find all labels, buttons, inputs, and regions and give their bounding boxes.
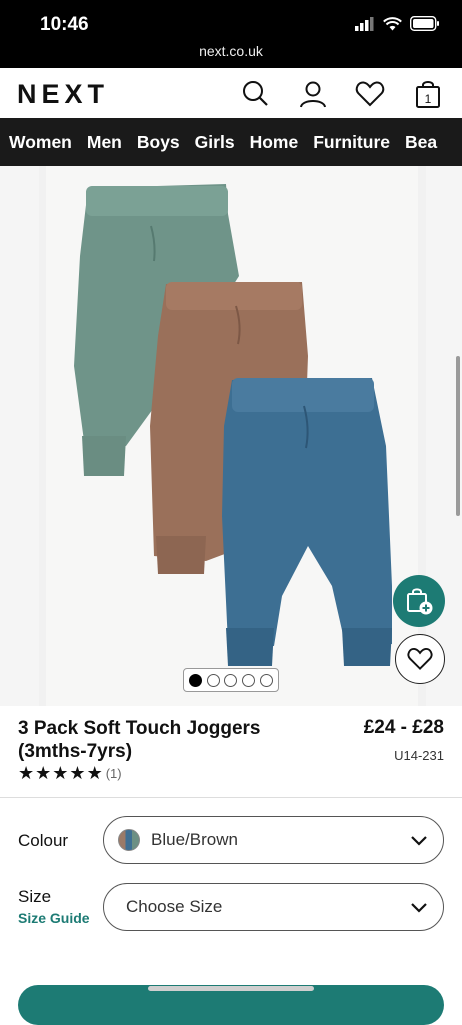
size-placeholder: Choose Size [126,897,223,916]
pagination-dot[interactable] [242,673,256,687]
shopping-bag-icon[interactable]: 1 [412,78,444,110]
add-to-bag-button[interactable] [18,985,444,1025]
colour-select[interactable]: Blue/Brown [103,816,444,864]
url-bar[interactable]: next.co.uk [0,43,462,59]
status-time: 10:46 [40,14,89,35]
size-select[interactable]: Choose Size [103,883,444,931]
pagination-dot[interactable] [260,673,274,687]
divider [0,797,462,798]
nav-item-furniture[interactable]: Furniture [313,118,390,166]
previous-image-peek[interactable] [0,166,39,706]
size-label: Size [18,887,52,906]
nav-item-men[interactable]: Men [87,118,122,166]
rating-count[interactable]: (1) [106,766,122,781]
star-icon: ★ [18,763,35,783]
product-title-line-2: (3mths-7yrs) [18,741,133,762]
star-icon: ★ [69,763,86,783]
heart-icon [407,647,433,670]
chevron-down-icon [411,836,427,846]
account-icon[interactable] [297,78,329,110]
colour-swatch [118,829,140,851]
gallery-pagination [183,668,279,692]
nav-item-beauty[interactable]: Bea [405,118,437,166]
status-icons [355,16,440,31]
size-guide-link[interactable]: Size Guide [18,910,90,926]
pagination-dot[interactable] [224,673,238,687]
product-price: £24 - £28 [363,717,444,738]
wifi-icon [383,16,402,30]
pagination-dot[interactable] [188,673,202,687]
nav-item-home[interactable]: Home [250,118,299,166]
signal-icon [355,16,374,31]
star-icon: ★ [35,763,52,783]
nav-item-boys[interactable]: Boys [137,118,180,166]
chevron-down-icon [411,903,427,913]
bag-plus-icon [407,588,433,615]
product-title-line-1: 3 Pack Soft Touch Joggers [18,718,261,739]
search-icon[interactable] [240,78,272,110]
pagination-dot[interactable] [206,673,220,687]
status-bar: 10:46 next.co.uk [0,0,462,68]
add-to-favourites-button[interactable] [395,634,445,684]
product-image[interactable] [46,166,418,706]
quick-add-to-bag-button[interactable] [393,575,445,627]
product-rating[interactable]: ★ ★ ★ ★ ★ (1) [18,764,122,782]
site-header: NEXT 1 [0,68,462,118]
favourites-heart-icon[interactable] [354,78,386,110]
nav-item-girls[interactable]: Girls [195,118,235,166]
bag-count: 1 [425,92,432,106]
battery-icon [410,16,439,31]
colour-value: Blue/Brown [151,830,238,849]
product-gallery[interactable] [0,166,462,706]
home-indicator [148,986,314,991]
product-title: 3 Pack Soft Touch Joggers (3mths-7yrs) [18,717,318,763]
star-icon: ★ [86,763,103,783]
page-scroll-indicator [456,356,460,516]
product-code: U14-231 [394,748,444,763]
nav-item-women[interactable]: Women [9,118,72,166]
blue-joggers-image [222,378,392,666]
star-icon: ★ [52,763,69,783]
next-logo[interactable]: NEXT [17,79,109,110]
joggers-illustration [74,184,392,666]
category-nav: Women Men Boys Girls Home Furniture Bea [0,118,462,166]
colour-label: Colour [18,831,69,850]
